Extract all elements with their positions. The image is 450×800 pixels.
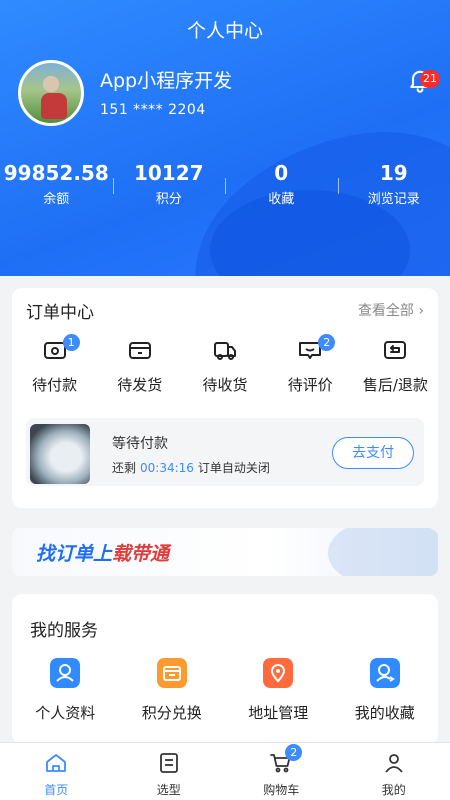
stat-value: 0: [274, 161, 289, 185]
stats-row: 99852.58 余额 10127 积分 0 收藏 19 浏览记录: [0, 160, 450, 210]
order-badge: 1: [62, 334, 80, 351]
order-center-card: 订单中心 查看全部 › 1 待付款 待发货 待收货 2 待评价 售后/退款 等待…: [12, 288, 438, 508]
page-title: 个人中心: [186, 20, 263, 42]
return-icon: [384, 341, 407, 359]
truck-icon: [214, 342, 236, 360]
user-phone: 151 **** 2204: [100, 102, 206, 118]
stat-label: 浏览记录: [367, 192, 420, 207]
order-status-label: 待付款: [32, 376, 78, 394]
order-center-title: 订单中心: [26, 303, 94, 323]
tab-label: 购物车: [263, 783, 300, 797]
tab-label: 选型: [156, 783, 181, 797]
order-status-to-receive[interactable]: 待收货: [182, 336, 267, 395]
pending-order-title: 等待付款: [112, 436, 168, 452]
stat-label: 余额: [43, 192, 70, 207]
favorite-icon: [369, 658, 400, 688]
stat-favorites[interactable]: 0 收藏: [225, 160, 338, 210]
service-label: 积分兑换: [141, 704, 202, 722]
banner-glow: [328, 528, 438, 576]
stat-balance[interactable]: 99852.58 余额: [0, 160, 113, 210]
countdown-timer: 00:34:16: [140, 461, 194, 475]
service-profile[interactable]: 个人资料: [12, 658, 119, 723]
order-status-refund[interactable]: 售后/退款: [353, 336, 438, 395]
service-favorites[interactable]: 我的收藏: [332, 658, 439, 723]
product-thumbnail: [30, 424, 90, 484]
pending-payment-order[interactable]: 等待付款 还剩 00:34:16 订单自动关闭 去支付: [26, 418, 424, 486]
services-title: 我的服务: [30, 621, 98, 641]
stat-value: 10127: [133, 161, 204, 185]
tab-label: 我的: [381, 783, 406, 797]
stat-value: 19: [379, 161, 408, 185]
profile-header: 个人中心 App小程序开发 151 **** 2204 21 99852.58 …: [0, 0, 450, 276]
tab-selection[interactable]: 选型: [113, 743, 226, 800]
location-icon: [263, 658, 294, 688]
order-status-label: 待发货: [117, 376, 163, 394]
order-status-label: 待评价: [287, 376, 333, 394]
card-icon: [128, 342, 151, 359]
service-label: 地址管理: [248, 704, 309, 722]
order-badge: 2: [318, 334, 336, 351]
order-status-label: 待收货: [202, 376, 248, 394]
service-label: 我的收藏: [354, 704, 415, 722]
home-icon: [46, 754, 67, 772]
banner-text-red: 载带通: [112, 543, 170, 565]
services-grid: 个人资料 积分兑换 地址管理 我的收藏: [12, 658, 438, 723]
service-address[interactable]: 地址管理: [225, 658, 332, 723]
bottom-tab-bar: 首页 选型 2 购物车 我的: [0, 742, 450, 800]
stat-label: 积分: [155, 192, 182, 207]
tab-mine[interactable]: 我的: [338, 743, 450, 800]
order-status-label: 售后/退款: [362, 376, 428, 394]
order-status-pending-payment[interactable]: 1 待付款: [12, 334, 97, 395]
view-all-orders-link[interactable]: 查看全部 ›: [358, 300, 424, 320]
promo-banner[interactable]: 找订单上载带通: [12, 528, 438, 576]
avatar[interactable]: [18, 60, 84, 126]
banner-text: 找订单上载带通: [36, 539, 169, 566]
service-label: 个人资料: [35, 704, 96, 722]
user-icon: [385, 754, 403, 773]
list-icon: [159, 753, 178, 773]
user-name: App小程序开发: [100, 70, 233, 92]
tab-label: 首页: [44, 783, 69, 797]
order-status-to-ship[interactable]: 待发货: [97, 336, 182, 395]
tab-home[interactable]: 首页: [0, 743, 113, 800]
shop-icon: [156, 658, 187, 688]
countdown-suffix: 订单自动关闭: [197, 461, 270, 475]
stat-value: 99852.58: [3, 161, 109, 185]
notification-badge: 21: [420, 70, 440, 88]
stat-history[interactable]: 19 浏览记录: [337, 160, 450, 210]
countdown-prefix: 还剩: [112, 461, 137, 475]
banner-text-blue: 找订单上: [36, 543, 113, 565]
order-status-to-review[interactable]: 2 待评价: [268, 334, 353, 395]
order-status-row: 1 待付款 待发货 待收货 2 待评价 售后/退款: [12, 334, 438, 395]
service-points-exchange[interactable]: 积分兑换: [119, 658, 226, 723]
pending-order-countdown-text: 还剩 00:34:16 订单自动关闭: [112, 459, 270, 476]
cart-badge: 2: [285, 744, 303, 761]
stat-points[interactable]: 10127 积分: [112, 160, 226, 210]
pay-button[interactable]: 去支付: [332, 437, 414, 469]
stat-label: 收藏: [268, 192, 295, 207]
my-services-card: 我的服务 个人资料 积分兑换 地址管理 我的收藏: [12, 594, 438, 744]
tab-cart[interactable]: 2 购物车: [225, 743, 338, 800]
profile-icon: [50, 658, 81, 688]
